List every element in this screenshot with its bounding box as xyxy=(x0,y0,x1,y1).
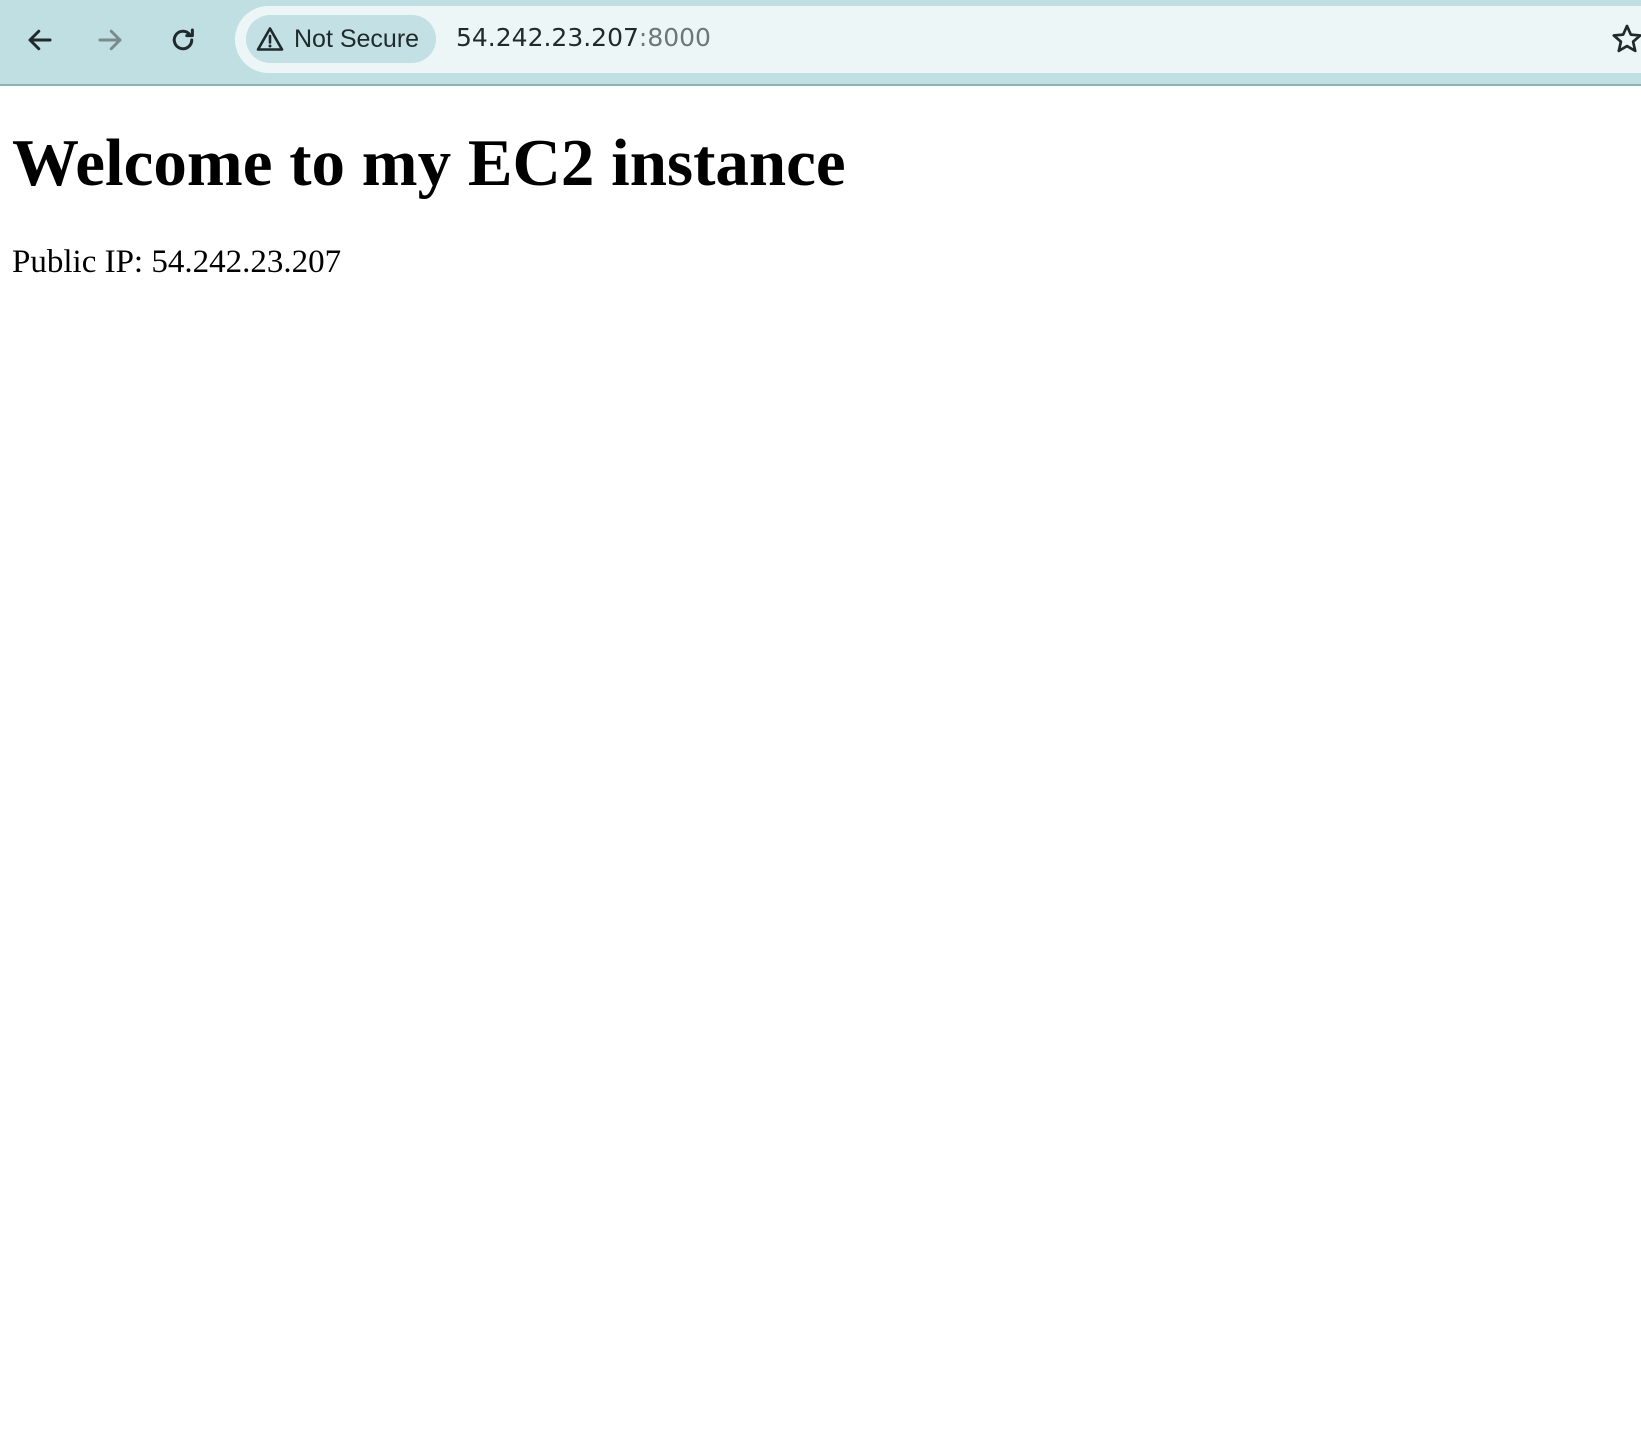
browser-toolbar: Not Secure 54.242.23.207:8000 xyxy=(0,0,1641,86)
url-port: :8000 xyxy=(638,23,711,52)
public-ip-text: Public IP: 54.242.23.207 xyxy=(12,244,342,280)
reload-icon xyxy=(172,28,194,51)
warning-triangle-icon xyxy=(256,27,284,51)
arrow-left-icon xyxy=(28,29,52,51)
page-heading: Welcome to my EC2 instance xyxy=(12,126,846,200)
reload-button[interactable] xyxy=(159,16,207,64)
url-text[interactable]: 54.242.23.207:8000 xyxy=(456,23,711,52)
page-content: Welcome to my EC2 instance Public IP: 54… xyxy=(0,86,1641,1455)
forward-button[interactable] xyxy=(86,16,134,64)
star-icon xyxy=(1612,24,1641,53)
address-bar[interactable]: Not Secure 54.242.23.207:8000 xyxy=(235,6,1641,73)
bookmark-button[interactable] xyxy=(1610,22,1641,61)
arrow-right-icon xyxy=(98,29,122,51)
url-host: 54.242.23.207 xyxy=(456,23,639,52)
security-label: Not Secure xyxy=(294,24,420,53)
back-button[interactable] xyxy=(16,16,64,64)
security-chip[interactable]: Not Secure xyxy=(246,15,437,63)
